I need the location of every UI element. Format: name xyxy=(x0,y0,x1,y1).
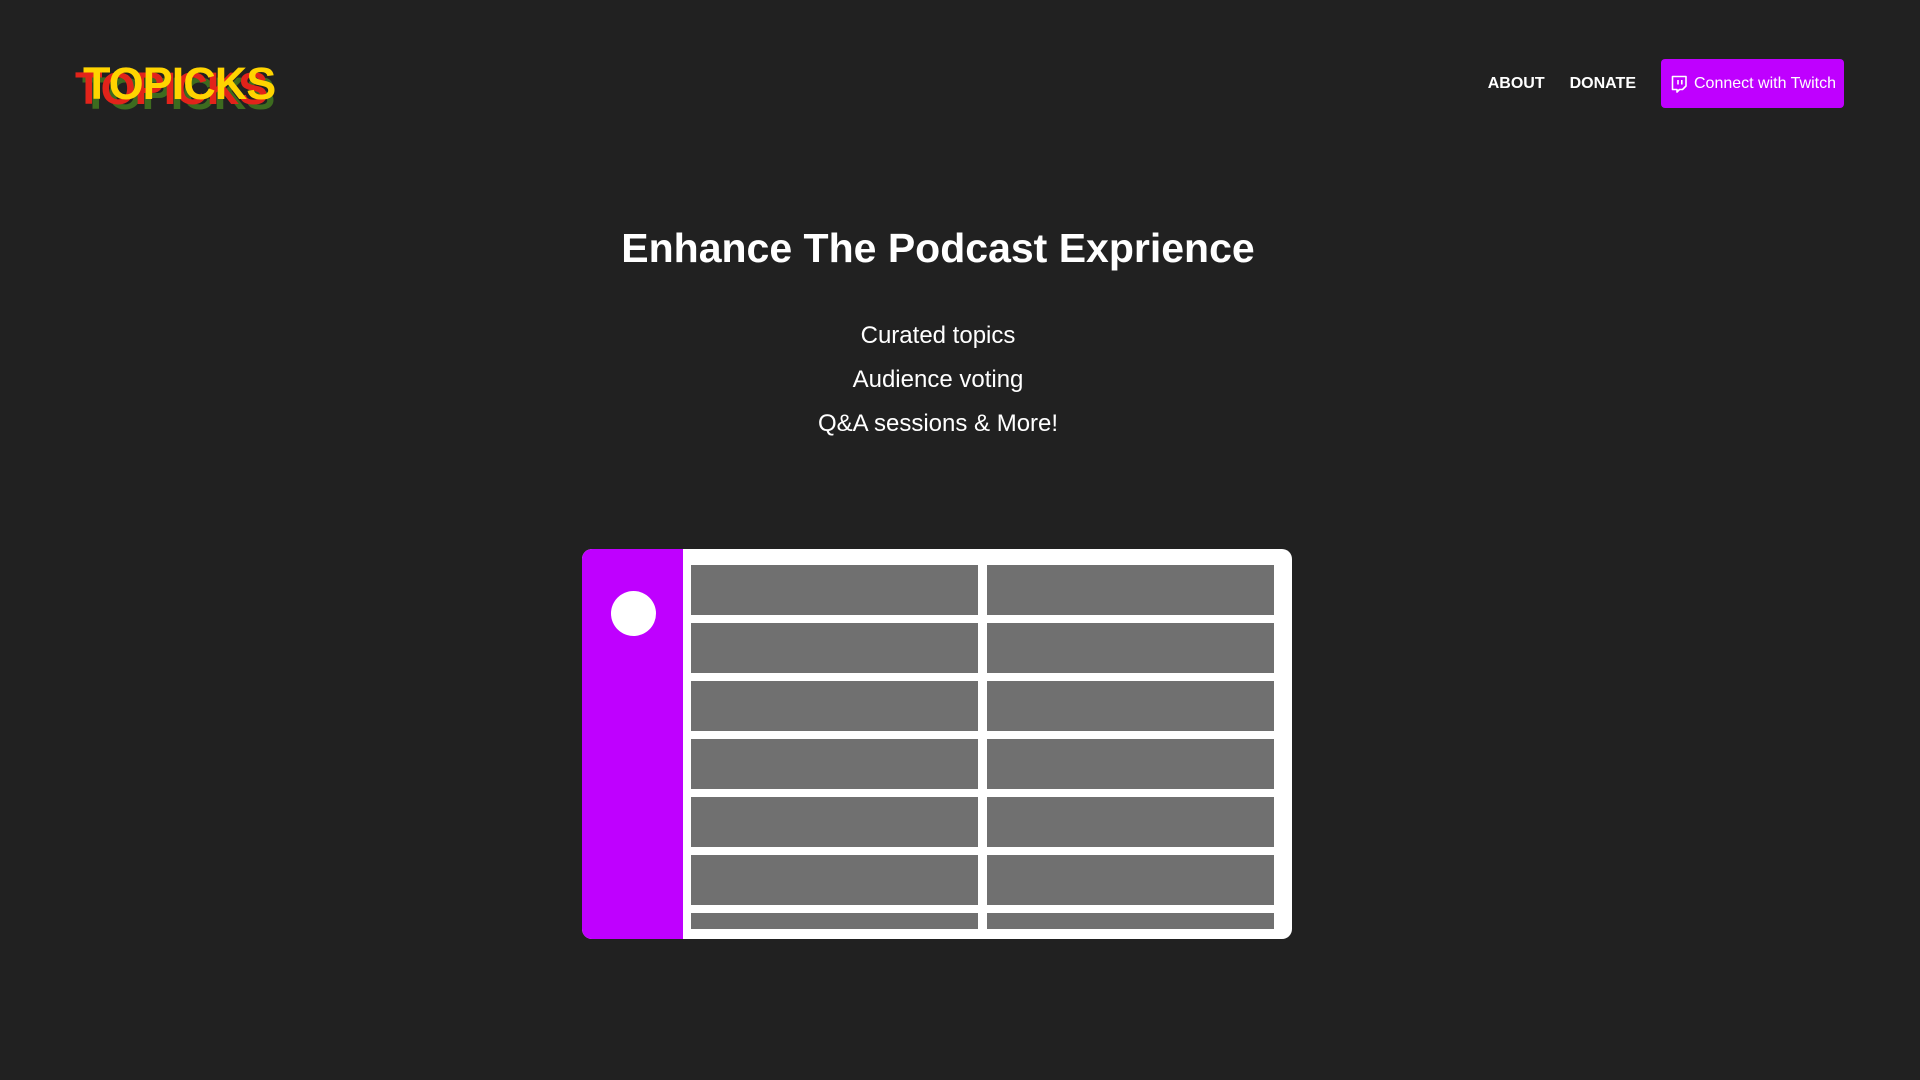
logo[interactable]: TOPICKS TOPICKS TOPICKS xyxy=(75,58,298,119)
twitch-icon xyxy=(1670,75,1688,93)
connect-twitch-button[interactable]: Connect with Twitch xyxy=(1661,59,1844,108)
preview-placeholder-cell xyxy=(987,681,1274,731)
preview-placeholder-cell xyxy=(987,623,1274,673)
preview-placeholder-cell xyxy=(691,913,978,929)
nav-donate-link[interactable]: DONATE xyxy=(1570,75,1636,93)
feature-item: Q&A sessions & More! xyxy=(817,410,1059,437)
preview-placeholder-cell xyxy=(691,623,978,673)
feature-item: Audience voting xyxy=(852,366,1024,393)
preview-placeholder-cell xyxy=(691,855,978,905)
logo-text: TOPICKS xyxy=(83,58,276,109)
preview-avatar xyxy=(611,591,656,636)
landing-page: TOPICKS TOPICKS TOPICKS ABOUT DONATE Con… xyxy=(0,0,1920,1080)
feature-item: Curated topics xyxy=(860,322,1016,349)
preview-grid xyxy=(691,565,1274,929)
preview-placeholder-cell xyxy=(691,797,978,847)
hero-title: Enhance The Podcast Exprience xyxy=(621,225,1255,271)
preview-placeholder-cell xyxy=(987,739,1274,789)
connect-twitch-label: Connect with Twitch xyxy=(1694,74,1836,92)
preview-placeholder-cell xyxy=(987,913,1274,929)
app-preview-illustration xyxy=(582,549,1292,939)
feature-list: Curated topics Audience voting Q&A sessi… xyxy=(0,314,1876,446)
preview-placeholder-cell xyxy=(691,565,978,615)
nav-about-link[interactable]: ABOUT xyxy=(1488,75,1545,93)
preview-placeholder-cell xyxy=(987,797,1274,847)
preview-placeholder-cell xyxy=(691,739,978,789)
preview-placeholder-cell xyxy=(987,565,1274,615)
preview-sidebar xyxy=(582,549,683,939)
top-nav: ABOUT DONATE Connect with Twitch xyxy=(1488,59,1844,108)
preview-placeholder-cell xyxy=(987,855,1274,905)
preview-placeholder-cell xyxy=(691,681,978,731)
